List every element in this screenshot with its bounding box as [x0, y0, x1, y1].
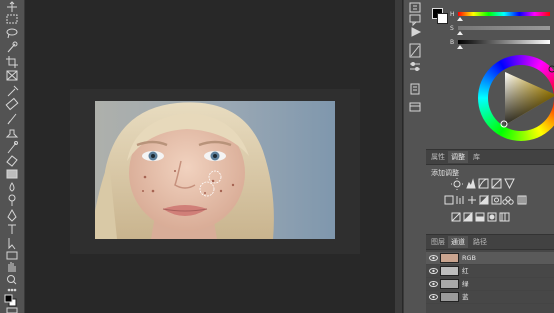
eyedropper-tool-icon[interactable] — [7, 85, 19, 97]
channels-list: RGB 红 绿 蓝 — [426, 250, 554, 313]
comments-panel-icon[interactable] — [409, 14, 421, 27]
tab-properties[interactable]: 属性 — [428, 151, 448, 163]
tab-paths[interactable]: 路径 — [470, 236, 490, 248]
lasso-tool-icon[interactable] — [6, 28, 18, 39]
history-panel-icon[interactable] — [409, 2, 421, 13]
history-brush-tool-icon[interactable] — [7, 141, 18, 154]
channel-name: 绿 — [462, 280, 469, 288]
tab-channels[interactable]: 通道 — [448, 236, 468, 248]
channel-name: 蓝 — [462, 293, 469, 301]
visibility-eye-icon[interactable] — [429, 267, 438, 275]
saturation-slider-handle[interactable] — [457, 31, 463, 35]
saturation-label: S — [450, 25, 454, 32]
channel-row-blue[interactable]: 蓝 — [426, 291, 554, 304]
adjustments-panel: 添加调整 — [426, 165, 554, 233]
crop-tool-icon[interactable] — [6, 56, 18, 68]
move-tool-icon[interactable] — [7, 1, 17, 12]
gradient-tool-icon[interactable] — [6, 169, 18, 179]
hue-label: H — [450, 11, 455, 18]
color-lookup-icon[interactable] — [517, 195, 527, 205]
color-panel: H S B — [426, 0, 554, 148]
spot-healing-tool-icon[interactable] — [5, 97, 19, 111]
posterize-icon[interactable] — [462, 211, 473, 222]
levels-icon[interactable] — [466, 178, 476, 189]
adjust-sliders-icon[interactable] — [410, 62, 420, 71]
brightness-slider[interactable] — [458, 40, 550, 44]
hue-ring-marker — [548, 65, 554, 73]
brush-tool-icon[interactable] — [7, 113, 17, 125]
marquee-tool-icon[interactable] — [6, 14, 18, 24]
selective-color-icon[interactable] — [487, 212, 497, 222]
invert-icon[interactable] — [451, 212, 461, 222]
photo-filter-icon[interactable] — [491, 195, 502, 205]
document-info-icon[interactable] — [410, 83, 420, 95]
channel-thumbnail — [440, 292, 459, 302]
hue-slider-handle[interactable] — [457, 17, 463, 21]
gradient-map-triangle-icon[interactable] — [504, 178, 515, 190]
threshold-icon[interactable] — [475, 212, 485, 222]
hue-slider[interactable] — [458, 12, 550, 16]
channel-row-rgb[interactable]: RGB — [426, 252, 554, 265]
channel-thumbnail — [440, 253, 459, 263]
color-balance-icon[interactable] — [468, 196, 476, 204]
adjustment-icons — [444, 178, 527, 222]
eraser-tool-icon[interactable] — [6, 155, 18, 167]
rectangle-tool-icon[interactable] — [6, 251, 18, 260]
gradient-map-icon[interactable] — [499, 212, 510, 222]
brightness-contrast-icon[interactable] — [451, 178, 463, 190]
dodge-tool-icon[interactable] — [8, 194, 16, 206]
tab-adjustments[interactable]: 调整 — [448, 151, 468, 163]
blur-tool-icon[interactable] — [9, 182, 15, 192]
vibrance-icon[interactable] — [444, 195, 454, 205]
color-triangle[interactable] — [478, 55, 554, 141]
color-swatches-icon[interactable] — [4, 294, 17, 307]
tools-icons — [4, 1, 19, 313]
channel-row-green[interactable]: 绿 — [426, 278, 554, 291]
portrait-image — [95, 101, 335, 239]
path-selection-tool-icon[interactable] — [8, 238, 16, 250]
play-actions-icon[interactable] — [411, 27, 422, 37]
tab-libraries[interactable]: 库 — [470, 151, 483, 163]
curves-icon[interactable] — [478, 178, 489, 189]
brush-settings-icon[interactable] — [409, 43, 421, 58]
background-color-swatch[interactable] — [437, 13, 448, 24]
hand-tool-icon[interactable] — [8, 262, 16, 272]
canvas-scrollbar[interactable] — [395, 0, 402, 313]
collapsed-panel-icons — [409, 2, 422, 112]
channel-thumbnail — [440, 266, 459, 276]
zoom-tool-icon[interactable] — [7, 275, 17, 285]
saturation-slider[interactable] — [458, 26, 550, 30]
adjustments-panel-tabs: 属性 调整 库 — [426, 149, 554, 165]
channel-thumbnail — [440, 279, 459, 289]
brightness-slider-handle[interactable] — [457, 45, 463, 49]
tab-layers[interactable]: 图层 — [428, 236, 448, 248]
visibility-eye-icon[interactable] — [429, 254, 438, 262]
exposure-icon[interactable] — [491, 178, 502, 189]
properties-panel-icon[interactable] — [409, 102, 421, 112]
visibility-eye-icon[interactable] — [429, 280, 438, 288]
channel-mixer-icon[interactable] — [502, 196, 514, 205]
type-tool-icon[interactable] — [8, 224, 16, 234]
black-white-icon[interactable] — [478, 194, 489, 205]
tools-panel — [0, 0, 25, 313]
channel-row-red[interactable]: 红 — [426, 265, 554, 278]
brightness-label: B — [450, 39, 455, 46]
hue-saturation-icon[interactable] — [456, 196, 464, 204]
channel-name: 红 — [462, 267, 469, 275]
collapsed-panels-strip — [403, 0, 426, 313]
channel-name: RGB — [462, 254, 477, 262]
right-panels: H S B 属性 调整 库 添加调整 图层 通道 路径 RGB 红 绿 蓝 — [426, 0, 554, 313]
pen-tool-icon[interactable] — [7, 208, 17, 222]
quick-mask-icon[interactable] — [6, 307, 18, 313]
visibility-eye-icon[interactable] — [429, 293, 438, 301]
frame-tool-icon[interactable] — [6, 70, 18, 81]
layers-panel-tabs: 图层 通道 路径 — [426, 234, 554, 250]
clone-stamp-tool-icon[interactable] — [5, 129, 19, 138]
document-image[interactable] — [95, 101, 335, 239]
edit-toolbar-icon[interactable] — [7, 288, 17, 292]
quick-selection-tool-icon[interactable] — [7, 41, 18, 53]
